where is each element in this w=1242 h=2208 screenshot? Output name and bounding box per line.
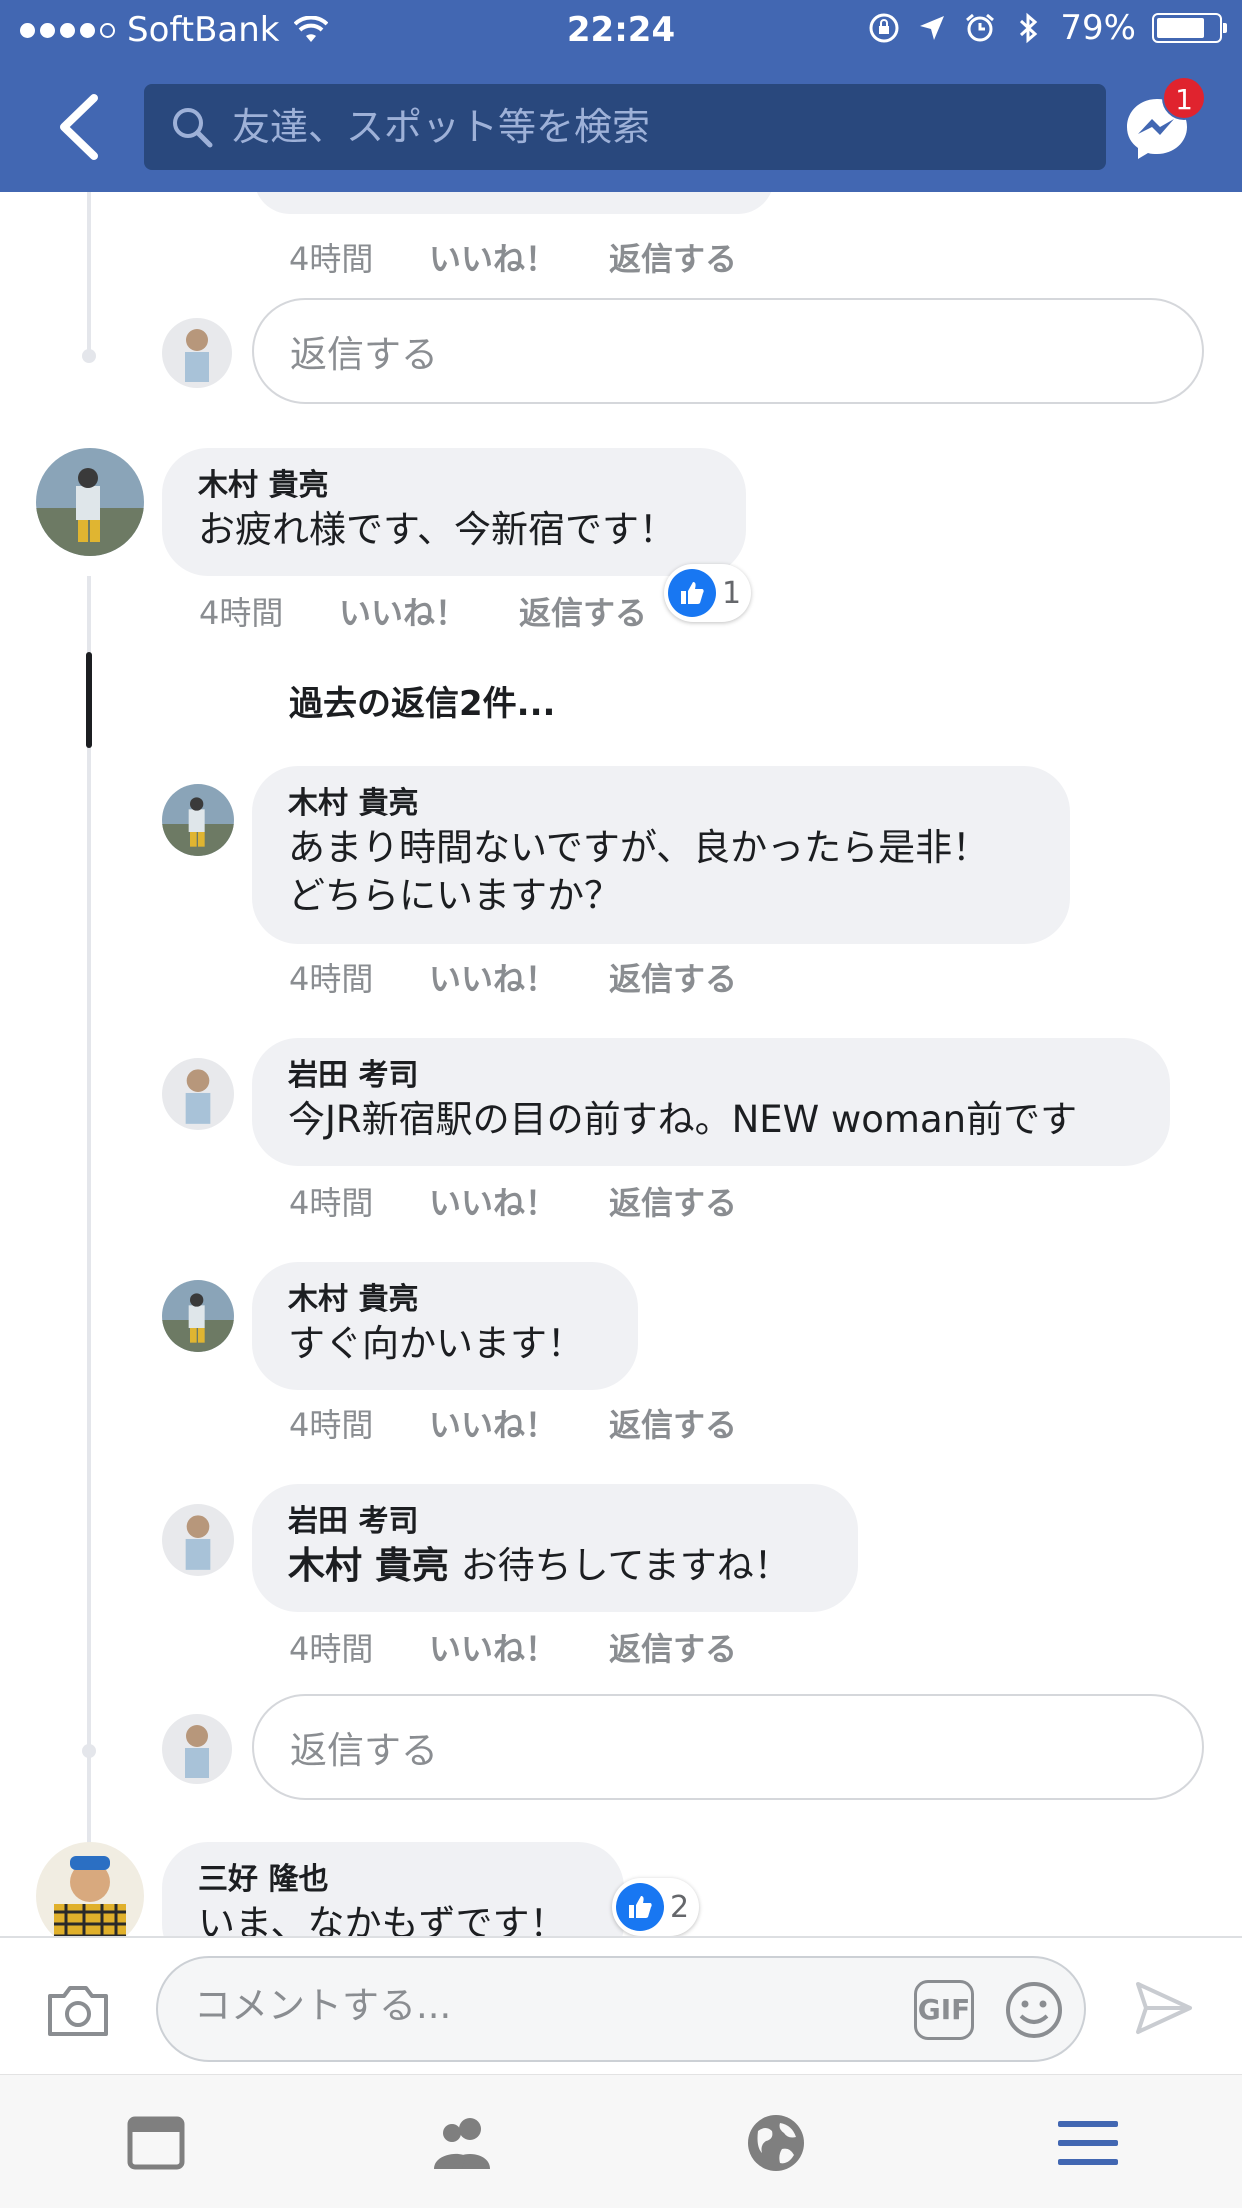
status-bar: SoftBank 22:24 79%: [0, 0, 1242, 62]
reply-meta: 4時間 いいね！ 返信する: [289, 1400, 737, 1446]
camera-icon[interactable]: [46, 1982, 110, 2038]
mention-tag[interactable]: 木村 貴亮: [288, 1544, 449, 1587]
reply-time: 4時間: [289, 1184, 374, 1222]
commenter-name[interactable]: 木村 貴亮: [198, 466, 710, 506]
avatar-kimura[interactable]: [162, 1280, 234, 1352]
battery-icon: [1152, 13, 1227, 43]
send-icon[interactable]: [1134, 1980, 1194, 2036]
comment-meta: 4時間 いいね！ 返信する: [289, 234, 737, 280]
reaction-count[interactable]: 1: [664, 564, 752, 622]
gif-button[interactable]: GIF: [914, 1980, 974, 2040]
reply-link[interactable]: 返信する: [609, 1400, 737, 1446]
reply-thread-line: [87, 192, 91, 352]
friends-icon[interactable]: [432, 2111, 496, 2175]
reply-text-line: すぐ向かいます！: [288, 1322, 584, 1365]
reply-link[interactable]: 返信する: [519, 588, 647, 634]
battery-percent: 79%: [1060, 8, 1136, 48]
reply-bubble: 岩田 考司 木村 貴亮 お待ちしてますね！: [252, 1484, 858, 1612]
reply-placeholder: 返信する: [290, 1729, 438, 1772]
globe-icon[interactable]: [744, 2111, 808, 2175]
avatar-iwata[interactable]: [162, 1058, 234, 1130]
like-link[interactable]: いいね！: [429, 954, 609, 1000]
comment-bubble-kimura: 木村 貴亮 お疲れ様です、今新宿です！: [162, 448, 746, 576]
commenter-name[interactable]: 岩田 考司: [288, 1502, 822, 1542]
avatar-current-user: [162, 1714, 232, 1784]
commenter-name[interactable]: 岩田 考司: [288, 1056, 1134, 1096]
comment-text: お疲れ様です、今新宿です！: [198, 508, 677, 551]
thread-end-dot: [82, 1744, 96, 1758]
reply-bubble: 木村 貴亮 あまり時間ないですが、良かったら是非！ どちらにいますか？: [252, 766, 1070, 944]
back-arrow-icon[interactable]: [56, 94, 100, 160]
reply-link[interactable]: 返信する: [609, 1178, 737, 1224]
commenter-name[interactable]: 木村 貴亮: [288, 1280, 602, 1320]
comment-meta: 4時間 いいね！ 返信する: [199, 588, 647, 634]
reply-thread-line: [87, 576, 91, 1936]
reply-bubble: 岩田 考司 今JR新宿駅の目の前すね。NEW woman前です: [252, 1038, 1170, 1166]
avatar-miyoshi[interactable]: [36, 1842, 144, 1936]
comment-text: いま、なかもずです！: [198, 1902, 567, 1936]
avatar-current-user: [162, 318, 232, 388]
like-link[interactable]: いいね！: [339, 588, 519, 634]
avatar-kimura[interactable]: [162, 784, 234, 856]
rotation-lock-icon: [869, 13, 899, 43]
reply-input[interactable]: 返信する: [252, 1694, 1204, 1800]
search-icon: [173, 108, 213, 148]
like-link[interactable]: いいね！: [429, 1624, 609, 1670]
reply-input[interactable]: 返信する: [252, 298, 1204, 404]
reply-link[interactable]: 返信する: [609, 234, 737, 280]
reply-text-line: あまり時間ないですが、良かったら是非！: [288, 826, 990, 869]
alarm-icon: [966, 13, 995, 42]
comment-input-box[interactable]: GIF: [156, 1956, 1086, 2062]
comment-bubble-cut: [254, 192, 774, 214]
like-reaction-icon: [616, 1883, 664, 1931]
reply-meta: 4時間 いいね！ 返信する: [289, 954, 737, 1000]
thread-highlight: [86, 652, 92, 748]
comment-bubble-miyoshi: 三好 隆也 いま、なかもずです！: [162, 1842, 624, 1936]
reply-text-line: 今JR新宿駅の目の前すね。NEW woman前です: [288, 1098, 1078, 1141]
messenger-badge: 1: [1162, 76, 1206, 120]
location-icon: [920, 16, 945, 40]
reply-text-line: どちらにいますか？: [288, 874, 621, 917]
reply-meta: 4時間 いいね！ 返信する: [289, 1178, 737, 1224]
search-bar[interactable]: [144, 84, 1106, 170]
thread-end-dot: [82, 349, 96, 363]
reaction-number: 1: [722, 575, 742, 611]
bottom-tab-bar: [0, 2074, 1242, 2208]
like-link[interactable]: いいね！: [429, 234, 609, 280]
comment-composer: GIF: [0, 1936, 1242, 2074]
reaction-number: 2: [670, 1889, 690, 1925]
like-reaction-icon: [668, 569, 716, 617]
view-previous-replies[interactable]: 過去の返信2件...: [289, 676, 555, 725]
search-input[interactable]: [232, 105, 1052, 149]
avatar-kimura[interactable]: [36, 448, 144, 556]
reply-time: 4時間: [289, 960, 374, 998]
emoji-icon[interactable]: [1004, 1980, 1064, 2040]
comment-time: 4時間: [199, 594, 284, 632]
comment-input[interactable]: [194, 1984, 794, 2027]
bluetooth-icon: [1020, 12, 1038, 44]
menu-icon[interactable]: [1056, 2111, 1120, 2175]
reply-link[interactable]: 返信する: [609, 954, 737, 1000]
reply-time: 4時間: [289, 1406, 374, 1444]
like-link[interactable]: いいね！: [429, 1400, 609, 1446]
reply-placeholder: 返信する: [290, 333, 438, 376]
top-bar: SoftBank 22:24 79% 友達、スポット等を検索 1: [0, 0, 1242, 192]
reply-meta: 4時間 いいね！ 返信する: [289, 1624, 737, 1670]
reply-text-line: 木村 貴亮 お待ちしてますね！: [288, 1542, 822, 1590]
reply-text: お待ちしてますね！: [460, 1544, 791, 1587]
commenter-name[interactable]: 木村 貴亮: [288, 784, 1034, 824]
comment-time: 4時間: [289, 240, 374, 278]
reply-link[interactable]: 返信する: [609, 1624, 737, 1670]
reply-time: 4時間: [289, 1630, 374, 1668]
comments-list[interactable]: 4時間 いいね！ 返信する 返信する 木村 貴亮 お疲れ様です、今新宿です！ 4…: [0, 192, 1242, 1936]
news-feed-icon[interactable]: [124, 2111, 188, 2175]
commenter-name[interactable]: 三好 隆也: [198, 1860, 588, 1900]
reaction-count[interactable]: 2: [612, 1878, 700, 1936]
avatar-iwata[interactable]: [162, 1504, 234, 1576]
like-link[interactable]: いいね！: [429, 1178, 609, 1224]
reply-bubble: 木村 貴亮 すぐ向かいます！: [252, 1262, 638, 1390]
